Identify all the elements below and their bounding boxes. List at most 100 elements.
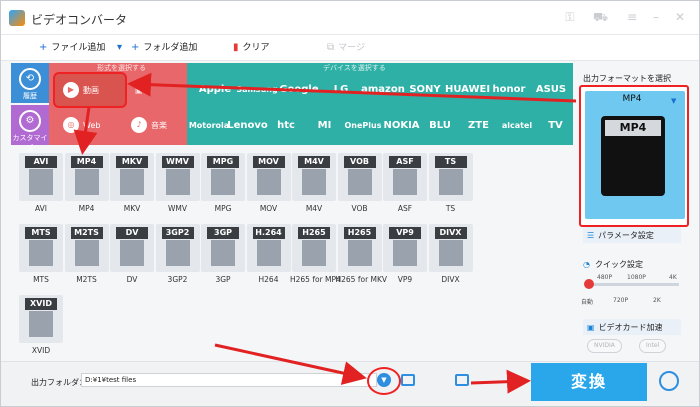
tab-web[interactable]: ◎ Web [63, 111, 100, 139]
device-section-label: デバイスを選択する [323, 64, 386, 72]
format-label: M2TS [76, 275, 97, 284]
format-icon: 3GP2 [155, 224, 200, 272]
format-item[interactable]: VP9 VP9 [381, 224, 429, 290]
format-item[interactable]: H.264 H264 [245, 224, 293, 290]
gpu-icon: ▣ [587, 322, 595, 332]
brand-item[interactable]: ZTE [457, 119, 501, 133]
format-label: DV [126, 275, 138, 284]
brand-item[interactable]: LG [319, 83, 363, 97]
format-art-icon [256, 240, 281, 266]
format-tag: H265 [298, 227, 330, 239]
quick-settings-icon: ◔ [583, 260, 590, 269]
add-folder-dropdown-icon[interactable]: ▾ [117, 40, 122, 56]
close-icon[interactable]: ✕ [673, 10, 687, 24]
brand-item[interactable]: TV [534, 119, 578, 133]
format-item[interactable]: 3GP 3GP [199, 224, 247, 290]
format-icon: TS [428, 153, 473, 201]
format-icon: MPG [201, 153, 245, 201]
format-item[interactable]: 3GP2 3GP2 [154, 224, 202, 290]
format-item[interactable]: TS TS [427, 153, 475, 219]
format-item[interactable]: VOB VOB [336, 153, 384, 219]
format-art-icon [120, 240, 144, 266]
tab-video[interactable]: ▶ 動画 [63, 76, 99, 104]
tab-hd[interactable]: ▣ [135, 76, 143, 104]
nvidia-chip[interactable]: NVIDIA [587, 339, 622, 353]
format-item[interactable]: WMV WMV [154, 153, 202, 219]
format-art-icon [438, 169, 463, 195]
brand-item[interactable]: OnePlus [341, 119, 385, 133]
key-icon[interactable]: ⚿ [563, 10, 577, 24]
clear-label: クリア [242, 43, 270, 53]
quality-slider-track[interactable] [589, 283, 679, 286]
menu-icon[interactable]: ≡ [625, 10, 639, 24]
parameter-settings-button[interactable]: ☰ パラメータ設定 [583, 227, 681, 243]
brand-item[interactable]: Samsung [235, 83, 279, 97]
format-label: VP9 [397, 275, 413, 284]
brand-item[interactable]: htc [264, 119, 308, 133]
customize-tab[interactable]: ⚙ カスタマイズ [11, 105, 49, 152]
browse-folder-icon[interactable] [455, 374, 469, 386]
tab-video-label: 動画 [83, 85, 99, 95]
output-format-label: 出力フォーマットを選択 [583, 74, 671, 83]
app-logo-icon [9, 10, 25, 26]
output-folder-field[interactable]: D:¥1¥test files [81, 373, 377, 387]
intel-chip[interactable]: Intel [639, 339, 667, 353]
brand-item[interactable]: honor [487, 83, 531, 97]
brand-item[interactable]: ASUS [529, 83, 573, 97]
format-tag: MP4 [70, 156, 103, 168]
format-label: MTS [33, 275, 49, 284]
format-item[interactable]: DIVX DIVX [427, 224, 475, 290]
format-art-icon [393, 240, 417, 266]
brand-item[interactable]: Motorola [187, 119, 231, 133]
add-file-button[interactable]: + ファイル追加 [39, 40, 105, 56]
minimize-icon[interactable]: – [649, 10, 663, 24]
audio-icon: ♪ [131, 117, 147, 133]
format-item[interactable]: MOV MOV [245, 153, 293, 219]
format-item[interactable]: XVID XVID [17, 295, 65, 361]
tab-audio-label: 音楽 [151, 120, 167, 130]
gpu-acceleration-label: ビデオカード加速 [598, 322, 663, 332]
clear-button[interactable]: ▮ クリア [233, 40, 270, 56]
quality-slider-knob[interactable] [584, 279, 594, 289]
history-tab[interactable]: ⟲ 履歴 [11, 63, 49, 103]
brand-item[interactable]: Apple [193, 83, 237, 97]
format-icon: VOB [337, 153, 382, 201]
tab-audio[interactable]: ♪ 音楽 [131, 111, 167, 139]
format-item[interactable]: M4V M4V [290, 153, 338, 219]
format-item[interactable]: MKV MKV [108, 153, 156, 219]
gpu-acceleration-button[interactable]: ▣ ビデオカード加速 [583, 319, 681, 335]
brand-item[interactable]: HUAWEI [445, 83, 490, 97]
format-item[interactable]: ASF ASF [381, 153, 429, 219]
format-item[interactable]: M2TS M2TS [63, 224, 111, 290]
format-item[interactable]: MP4 MP4 [63, 153, 111, 219]
app-window: ビデオコンバータ ⚿ ⛟ ≡ – ✕ + ファイル追加 ▾ + フォルダ追加 ▮… [0, 0, 700, 407]
format-icon: MP4 [64, 153, 109, 201]
open-folder-icon[interactable] [401, 374, 415, 386]
brand-item[interactable]: NOKIA [380, 119, 424, 133]
brand-item[interactable]: Lenovo [226, 119, 270, 133]
brand-item[interactable]: amazon [361, 83, 405, 97]
add-folder-button[interactable]: + フォルダ追加 [131, 40, 197, 56]
cart-icon[interactable]: ⛟ [593, 10, 608, 24]
format-item[interactable]: MTS MTS [17, 224, 65, 290]
brand-item[interactable]: SONY [403, 83, 447, 97]
brand-item[interactable]: Google [277, 83, 321, 97]
chevron-down-icon[interactable]: ▼ [671, 97, 676, 105]
format-item[interactable]: H265 H265 for MP4 [290, 224, 341, 290]
brand-item[interactable]: alcatel [495, 119, 539, 133]
brand-item[interactable]: BLU [418, 119, 462, 133]
brand-item[interactable]: MI [303, 119, 347, 133]
format-tag: AVI [25, 156, 57, 168]
selected-format-name: MP4 [622, 94, 642, 104]
format-item[interactable]: MPG MPG [199, 153, 247, 219]
alarm-clock-icon[interactable] [659, 371, 679, 391]
format-label: MKV [123, 204, 141, 213]
format-icon: H265 [292, 224, 336, 272]
format-item[interactable]: AVI AVI [17, 153, 65, 219]
format-label: ASF [397, 204, 413, 213]
plus-icon: + [131, 42, 140, 53]
convert-button[interactable]: 変換 [531, 363, 647, 401]
format-item[interactable]: DV DV [108, 224, 156, 290]
merge-button[interactable]: ⧉ マージ [327, 40, 365, 56]
format-item[interactable]: H265 H265 for MKV [336, 224, 387, 290]
